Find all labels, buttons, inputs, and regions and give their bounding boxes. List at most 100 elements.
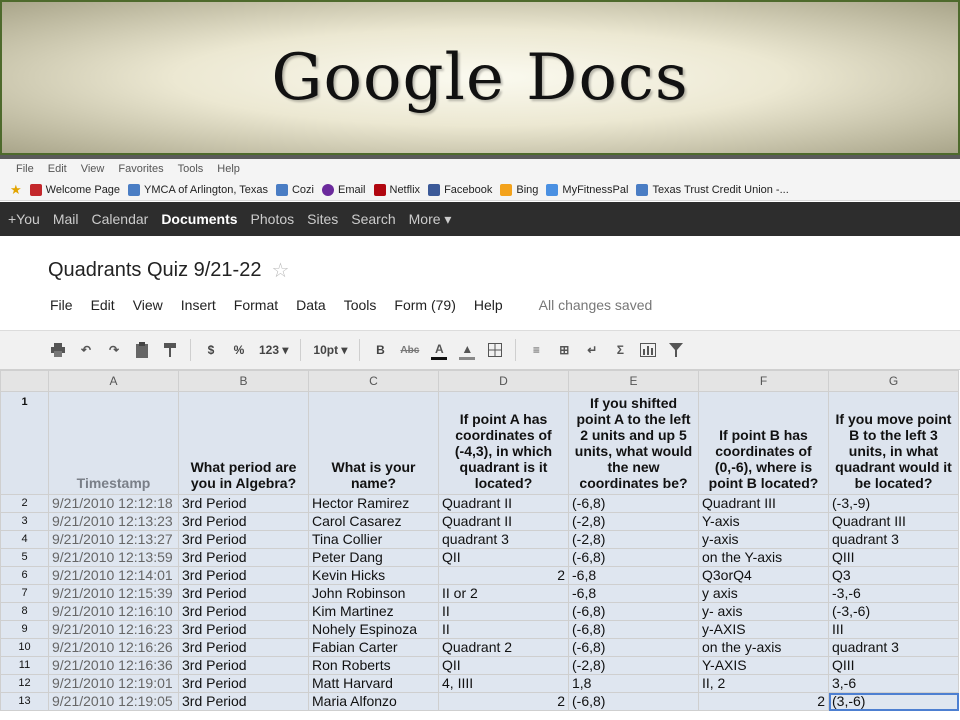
table-cell[interactable]: (-6,8) [568, 494, 699, 513]
row-number[interactable]: 6 [0, 566, 49, 585]
table-cell[interactable]: Carol Casarez [308, 512, 439, 531]
table-cell[interactable]: -6,8 [568, 566, 699, 585]
table-cell[interactable]: 9/21/2010 12:19:01 [48, 674, 179, 693]
number-format-dropdown[interactable]: 123 ▾ [259, 340, 288, 360]
gbar-mail[interactable]: Mail [53, 211, 79, 227]
table-cell[interactable]: Q3 [828, 566, 959, 585]
table-cell[interactable]: Nohely Espinoza [308, 620, 439, 639]
header-cell[interactable]: What is your name? [308, 391, 439, 495]
table-cell[interactable]: 3rd Period [178, 692, 309, 711]
column-header-e[interactable]: E [568, 370, 699, 392]
browser-menu-edit[interactable]: Edit [48, 163, 67, 175]
table-cell[interactable]: (3,-6) [828, 692, 959, 711]
table-cell[interactable]: QII [438, 656, 569, 675]
table-cell[interactable]: 9/21/2010 12:13:27 [48, 530, 179, 549]
menu-data[interactable]: Data [296, 297, 326, 313]
currency-format-button[interactable]: $ [203, 340, 219, 360]
column-header-f[interactable]: F [698, 370, 829, 392]
table-cell[interactable]: Ron Roberts [308, 656, 439, 675]
table-cell[interactable]: -3,-6 [828, 584, 959, 603]
table-cell[interactable]: Quadrant III [828, 512, 959, 531]
table-cell[interactable]: 3rd Period [178, 512, 309, 531]
table-cell[interactable]: Quadrant III [698, 494, 829, 513]
table-cell[interactable]: II [438, 620, 569, 639]
table-cell[interactable]: Kevin Hicks [308, 566, 439, 585]
table-cell[interactable]: II [438, 602, 569, 621]
table-cell[interactable]: Fabian Carter [308, 638, 439, 657]
table-cell[interactable]: (-3,-6) [828, 602, 959, 621]
row-number[interactable]: 8 [0, 602, 49, 621]
menu-insert[interactable]: Insert [181, 297, 216, 313]
strikethrough-button[interactable]: Abc [400, 340, 419, 360]
favorite-facebook[interactable]: Facebook [428, 183, 492, 196]
gbar-more[interactable]: More ▾ [409, 211, 452, 228]
row-number[interactable]: 5 [0, 548, 49, 567]
favorite-texas-trust[interactable]: Texas Trust Credit Union -... [636, 183, 789, 196]
menu-view[interactable]: View [133, 297, 163, 313]
gbar-calendar[interactable]: Calendar [91, 211, 148, 227]
chart-icon[interactable] [640, 340, 657, 360]
text-color-icon[interactable]: A [431, 340, 448, 360]
row-number[interactable]: 2 [0, 494, 49, 513]
table-cell[interactable]: II, 2 [698, 674, 829, 693]
column-header-g[interactable]: G [828, 370, 959, 392]
table-cell[interactable]: 9/21/2010 12:16:36 [48, 656, 179, 675]
table-cell[interactable]: (-2,8) [568, 656, 699, 675]
table-cell[interactable]: Quadrant II [438, 494, 569, 513]
corner-cell[interactable] [0, 370, 49, 392]
table-cell[interactable]: on the y-axis [698, 638, 829, 657]
header-cell[interactable]: If you move point B to the left 3 units,… [828, 391, 959, 495]
favorite-netflix[interactable]: Netflix [373, 183, 420, 196]
table-cell[interactable]: -6,8 [568, 584, 699, 603]
gbar-search[interactable]: Search [351, 211, 395, 227]
table-cell[interactable]: III [828, 620, 959, 639]
table-cell[interactable]: quadrant 3 [828, 530, 959, 549]
redo-icon[interactable]: ↷ [106, 340, 122, 360]
merge-cells-icon[interactable]: ⊞ [556, 340, 572, 360]
gbar-documents[interactable]: Documents [161, 211, 237, 227]
table-cell[interactable]: Y-AXIS [698, 656, 829, 675]
table-cell[interactable]: quadrant 3 [828, 638, 959, 657]
column-header-a[interactable]: A [48, 370, 179, 392]
table-cell[interactable]: 2 [438, 566, 569, 585]
table-cell[interactable]: 9/21/2010 12:13:23 [48, 512, 179, 531]
table-cell[interactable]: (-2,8) [568, 530, 699, 549]
table-cell[interactable]: 3rd Period [178, 548, 309, 567]
table-cell[interactable]: 3rd Period [178, 620, 309, 639]
table-cell[interactable]: Maria Alfonzo [308, 692, 439, 711]
row-number[interactable]: 1 [0, 391, 49, 495]
table-cell[interactable]: 9/21/2010 12:16:10 [48, 602, 179, 621]
table-cell[interactable]: QIII [828, 656, 959, 675]
table-cell[interactable]: Tina Collier [308, 530, 439, 549]
browser-menu-view[interactable]: View [81, 163, 105, 175]
table-cell[interactable]: y axis [698, 584, 829, 603]
borders-icon[interactable] [487, 340, 503, 360]
header-cell[interactable]: If point B has coordinates of (0,-6), wh… [698, 391, 829, 495]
row-number[interactable]: 10 [0, 638, 49, 657]
table-cell[interactable]: (-6,8) [568, 638, 699, 657]
menu-form[interactable]: Form (79) [394, 297, 455, 313]
favorite-ymca[interactable]: YMCA of Arlington, Texas [128, 183, 268, 196]
row-number[interactable]: 7 [0, 584, 49, 603]
favorite-email[interactable]: Email [321, 183, 366, 196]
table-cell[interactable]: 3rd Period [178, 674, 309, 693]
table-cell[interactable]: Y-axis [698, 512, 829, 531]
header-cell[interactable]: If you shifted point A to the left 2 uni… [568, 391, 699, 495]
row-number[interactable]: 4 [0, 530, 49, 549]
table-cell[interactable]: Peter Dang [308, 548, 439, 567]
table-cell[interactable]: 3rd Period [178, 566, 309, 585]
table-cell[interactable]: 9/21/2010 12:12:18 [48, 494, 179, 513]
table-cell[interactable]: Kim Martinez [308, 602, 439, 621]
favorite-welcome-page[interactable]: Welcome Page [29, 183, 120, 196]
browser-menu-favorites[interactable]: Favorites [118, 163, 163, 175]
table-cell[interactable]: II or 2 [438, 584, 569, 603]
table-cell[interactable]: Quadrant II [438, 512, 569, 531]
header-cell[interactable]: What period are you in Algebra? [178, 391, 309, 495]
percent-format-button[interactable]: % [231, 340, 247, 360]
favorite-bing[interactable]: Bing [500, 183, 538, 196]
table-cell[interactable]: Hector Ramirez [308, 494, 439, 513]
header-cell[interactable]: If point A has coordinates of (-4,3), in… [438, 391, 569, 495]
bold-button[interactable]: B [372, 340, 388, 360]
table-cell[interactable]: 2 [438, 692, 569, 711]
browser-menu-file[interactable]: File [16, 163, 34, 175]
